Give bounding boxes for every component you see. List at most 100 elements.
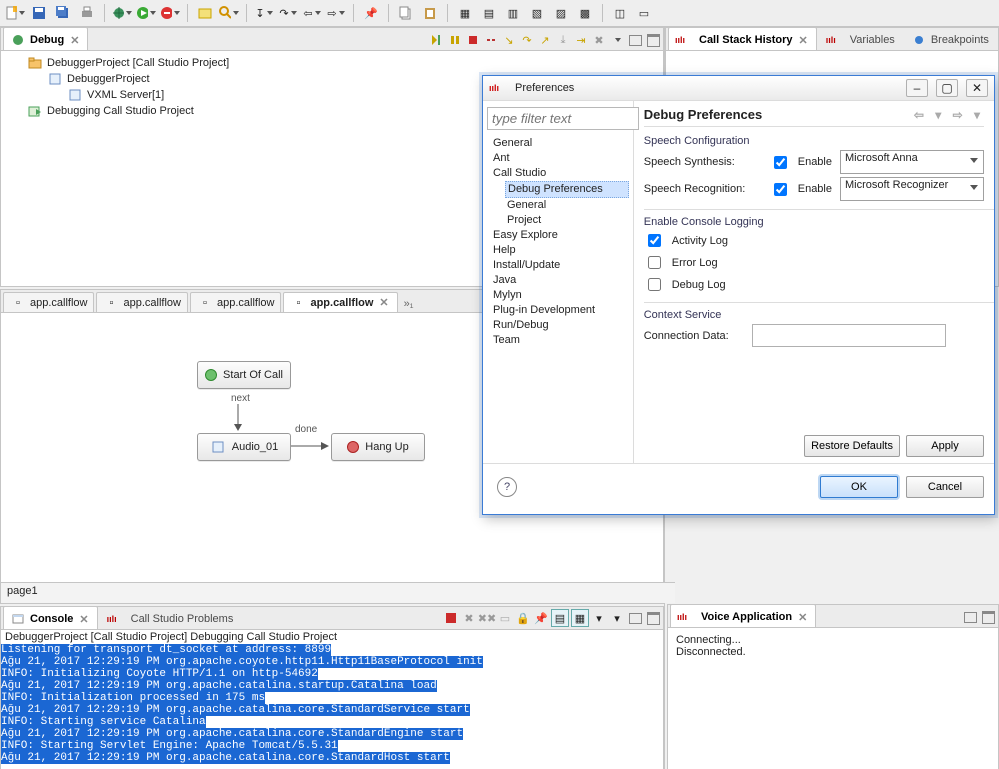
pin-console-icon[interactable]: 📌 — [533, 610, 549, 626]
node-audio[interactable]: Audio_01 — [197, 433, 291, 461]
step-return-icon[interactable]: ↗ — [537, 32, 553, 48]
save-all-icon[interactable] — [52, 2, 74, 24]
close-icon[interactable]: ✕ — [68, 34, 81, 47]
resume-icon[interactable] — [429, 32, 445, 48]
close-icon[interactable]: ✕ — [796, 611, 809, 624]
filter-input[interactable] — [487, 107, 639, 130]
close-icon[interactable]: ✕ — [77, 613, 90, 626]
variables-tab[interactable]: ıılıVariables — [819, 27, 902, 50]
cat-install-update[interactable]: Install/Update — [487, 258, 629, 273]
maximize-icon[interactable] — [645, 610, 661, 626]
editor-tab-2[interactable]: ▫app.callflow — [96, 292, 187, 312]
editor-tab-4[interactable]: ▫app.callflow✕ — [283, 292, 397, 312]
pin-icon[interactable]: 📌 — [360, 2, 382, 24]
cat-mylyn[interactable]: Mylyn — [487, 288, 629, 303]
editor-overflow[interactable]: »₁ — [400, 296, 418, 312]
enable-synthesis-checkbox[interactable] — [774, 156, 787, 169]
new-console-icon[interactable]: ▾ — [609, 610, 625, 626]
close-icon[interactable]: ✕ — [377, 296, 390, 309]
breakpoints-tab[interactable]: Breakpoints — [904, 27, 996, 50]
cat-general[interactable]: General — [487, 136, 629, 151]
view-menu-icon[interactable] — [609, 32, 625, 48]
minimize-icon[interactable] — [627, 610, 643, 626]
layout6-icon[interactable]: ▩ — [574, 2, 596, 24]
save-icon[interactable] — [28, 2, 50, 24]
recognition-select[interactable]: Microsoft Recognizer — [840, 177, 984, 201]
synthesis-select[interactable]: Microsoft Anna — [840, 150, 984, 174]
cat-general-2[interactable]: General — [487, 198, 629, 213]
remove-launch-icon[interactable]: ✖ — [461, 610, 477, 626]
debug-log-checkbox[interactable] — [648, 278, 661, 291]
activity-log-checkbox[interactable] — [648, 234, 661, 247]
prefs-category-tree[interactable]: General Ant Call Studio Debug Preference… — [483, 101, 634, 463]
ok-button[interactable]: OK — [820, 476, 898, 498]
layout5-icon[interactable]: ▨ — [550, 2, 572, 24]
external-tools-icon[interactable] — [159, 2, 181, 24]
disconnect-icon[interactable] — [483, 32, 499, 48]
show-view-icon[interactable]: ▭ — [633, 2, 655, 24]
window-minimize-icon[interactable]: – — [906, 79, 928, 97]
minimize-icon[interactable] — [962, 609, 978, 625]
error-log-checkbox[interactable] — [648, 256, 661, 269]
step-into2-icon[interactable]: ↘ — [501, 32, 517, 48]
call-stack-tab[interactable]: ıılıCall Stack History✕ — [668, 27, 817, 50]
connection-data-input[interactable] — [752, 324, 946, 347]
suspend-icon[interactable] — [447, 32, 463, 48]
cat-callstudio[interactable]: Call Studio — [487, 166, 629, 181]
open-console-icon[interactable]: ▾ — [591, 610, 607, 626]
apply-button[interactable]: Apply — [906, 435, 984, 457]
copy-icon[interactable] — [395, 2, 417, 24]
cat-easy-explore[interactable]: Easy Explore — [487, 228, 629, 243]
display-icon2[interactable]: ▦ — [571, 609, 589, 627]
editor-tab-3[interactable]: ▫app.callflow — [190, 292, 281, 312]
cat-debug-preferences[interactable]: Debug Preferences — [505, 181, 629, 198]
clear-icon[interactable]: ▭ — [497, 610, 513, 626]
remove-terminated-icon[interactable]: ✖ — [591, 32, 607, 48]
node-start[interactable]: Start Of Call — [197, 361, 291, 389]
step-filters-icon[interactable]: ⇥ — [573, 32, 589, 48]
console-tab[interactable]: Console✕ — [3, 606, 98, 629]
search-icon[interactable] — [218, 2, 240, 24]
paste-icon[interactable] — [419, 2, 441, 24]
help-icon[interactable]: ? — [497, 477, 517, 497]
layout3-icon[interactable]: ▥ — [502, 2, 524, 24]
display-icon[interactable]: ▤ — [551, 609, 569, 627]
scroll-lock-icon[interactable]: 🔒 — [515, 610, 531, 626]
print-icon[interactable] — [76, 2, 98, 24]
restore-defaults-button[interactable]: Restore Defaults — [804, 435, 900, 457]
close-icon[interactable]: ✕ — [797, 34, 810, 47]
window-maximize-icon[interactable]: ▢ — [936, 79, 958, 97]
layout2-icon[interactable]: ▤ — [478, 2, 500, 24]
maximize-icon[interactable] — [645, 32, 661, 48]
terminate-icon[interactable] — [465, 32, 481, 48]
remove-all-icon[interactable]: ✖✖ — [479, 610, 495, 626]
perspective-icon[interactable]: ◫ — [609, 2, 631, 24]
cat-project[interactable]: Project — [487, 213, 629, 228]
minimize-icon[interactable] — [627, 32, 643, 48]
cat-plugin-dev[interactable]: Plug-in Development — [487, 303, 629, 318]
step-into-icon[interactable]: ↧ — [253, 2, 275, 24]
node-hangup[interactable]: Hang Up — [331, 433, 425, 461]
cat-java[interactable]: Java — [487, 273, 629, 288]
problems-tab[interactable]: ıılı Call Studio Problems — [100, 606, 241, 629]
forward-icon[interactable]: ⇨ — [325, 2, 347, 24]
back-icon[interactable]: ⇦ — [301, 2, 323, 24]
enable-recognition-checkbox[interactable] — [774, 183, 787, 196]
nav-arrows[interactable]: ⇦ ▾ ⇨ ▾ — [914, 108, 984, 122]
window-close-icon[interactable]: ✕ — [966, 79, 988, 97]
cat-ant[interactable]: Ant — [487, 151, 629, 166]
cat-run-debug[interactable]: Run/Debug — [487, 318, 629, 333]
dialog-titlebar[interactable]: ıılı Preferences – ▢ ✕ — [483, 76, 994, 101]
voice-app-tab[interactable]: ıılıVoice Application✕ — [670, 604, 816, 627]
console-output[interactable]: Listening for transport dt_socket at add… — [1, 644, 663, 769]
new-icon[interactable] — [4, 2, 26, 24]
page-tab[interactable]: page1 — [1, 582, 675, 603]
step-over-icon[interactable]: ↷ — [277, 2, 299, 24]
step-over2-icon[interactable]: ↷ — [519, 32, 535, 48]
cat-team[interactable]: Team — [487, 333, 629, 348]
layout4-icon[interactable]: ▧ — [526, 2, 548, 24]
debug-tab[interactable]: Debug ✕ — [3, 27, 88, 50]
debug-icon[interactable] — [111, 2, 133, 24]
cat-help[interactable]: Help — [487, 243, 629, 258]
layout1-icon[interactable]: ▦ — [454, 2, 476, 24]
